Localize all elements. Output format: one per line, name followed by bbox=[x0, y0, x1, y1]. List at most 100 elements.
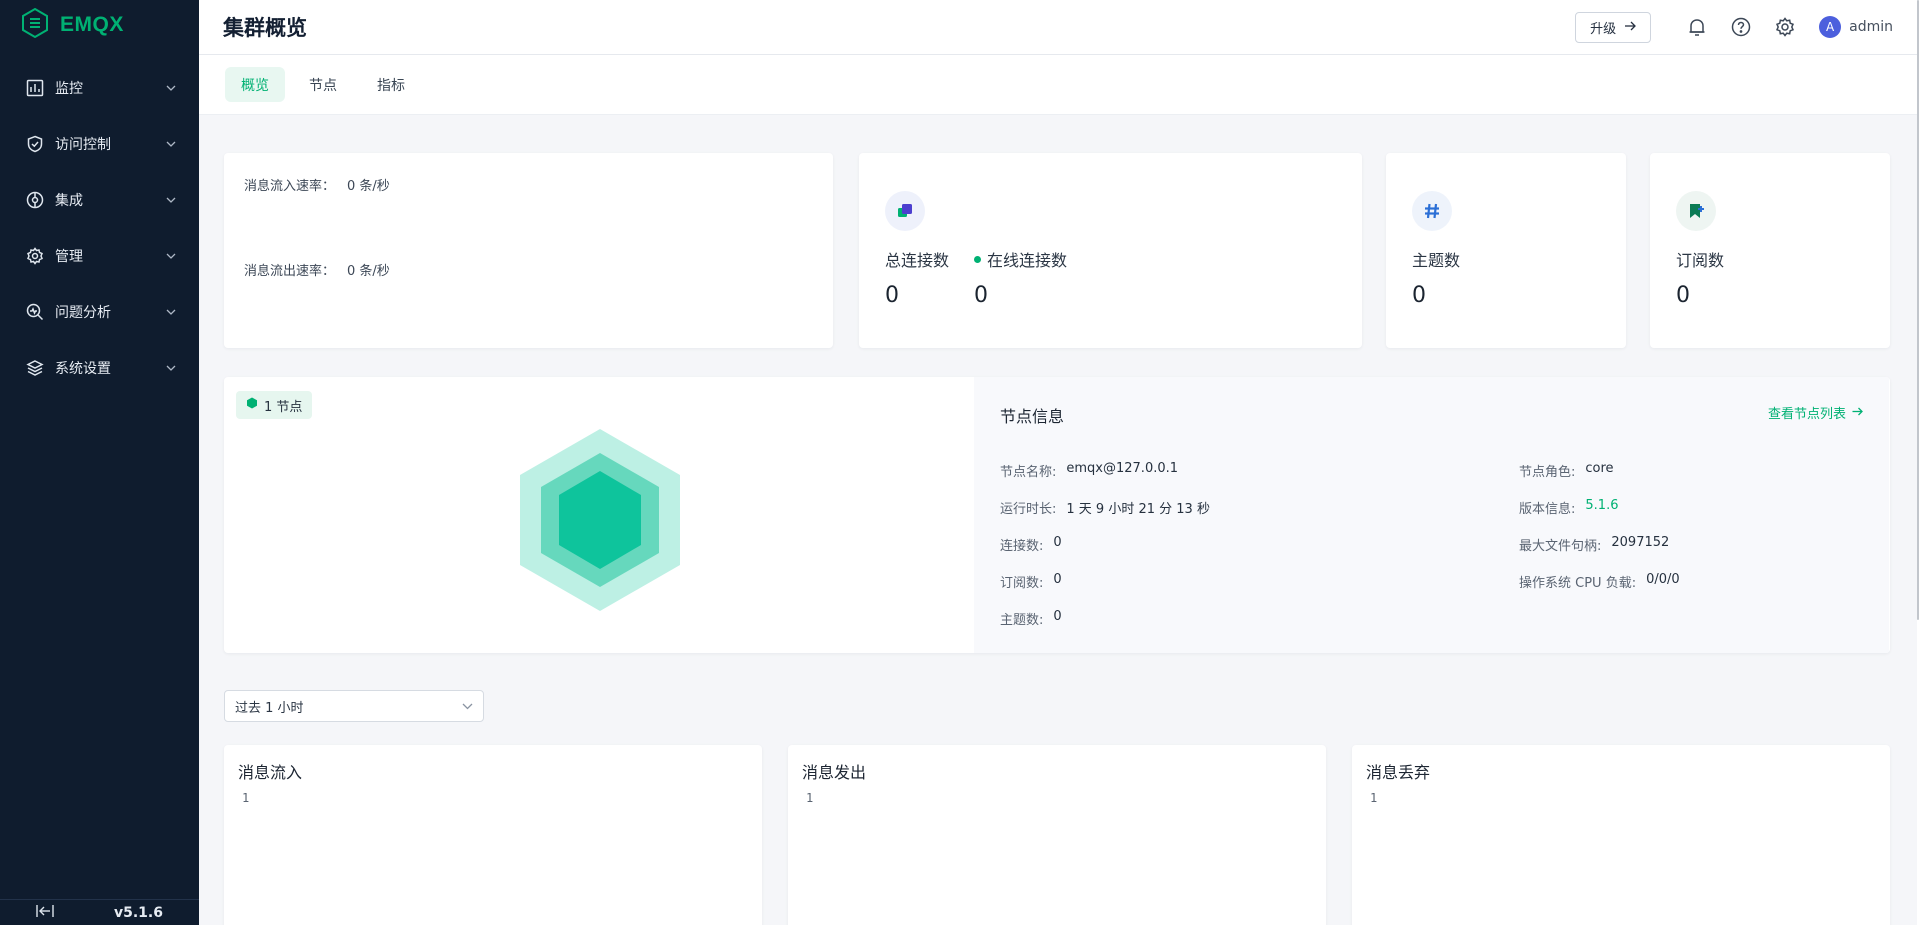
subscriptions-card: 订阅数 0 bbox=[1650, 153, 1890, 348]
chart-messages-out: 消息发出 1 bbox=[788, 745, 1326, 925]
online-dot-icon bbox=[974, 255, 981, 263]
brand-name: EMQX bbox=[60, 13, 124, 36]
rate-in-row: 消息流入速率： 0 条/秒 bbox=[244, 175, 390, 194]
topics-value: 0 bbox=[1412, 283, 1426, 308]
chevron-down-icon bbox=[165, 362, 177, 374]
logo[interactable]: EMQX bbox=[0, 0, 199, 50]
diagnose-search-icon bbox=[25, 302, 45, 322]
hash-icon bbox=[1412, 191, 1452, 231]
sidebar-item-access-control[interactable]: 访问控制 bbox=[0, 116, 199, 172]
node-connections-value: 0 bbox=[1053, 535, 1062, 550]
chart-messages-dropped: 消息丢弃 1 bbox=[1352, 745, 1890, 925]
collapse-sidebar-icon[interactable] bbox=[36, 904, 54, 922]
view-node-list-label: 查看节点列表 bbox=[1767, 407, 1846, 422]
arrow-right-icon bbox=[1624, 20, 1637, 35]
cpu-load-label: 操作系统 CPU 负载: bbox=[1519, 576, 1637, 591]
layers-icon bbox=[25, 358, 45, 378]
help-icon[interactable] bbox=[1730, 16, 1752, 38]
chevron-down-icon bbox=[165, 306, 177, 318]
chevron-down-icon bbox=[165, 138, 177, 150]
node-topics-row: 主题数: 0 bbox=[1000, 609, 1062, 628]
chart-messages-in: 消息流入 1 bbox=[224, 745, 762, 925]
time-range-select[interactable]: 过去 1 小时 bbox=[224, 690, 484, 722]
node-subscriptions-value: 0 bbox=[1053, 572, 1062, 587]
sidebar-item-label: 问题分析 bbox=[55, 305, 111, 321]
chevron-down-icon bbox=[165, 250, 177, 262]
topics-label: 主题数 bbox=[1412, 251, 1461, 270]
node-name-row: 节点名称: emqx@127.0.0.1 bbox=[1000, 461, 1178, 480]
node-card: 1 节点 节点信息 查看节点列表 节点名称: emqx@127.0.0.1 运行… bbox=[224, 377, 1890, 653]
version-row: 版本信息: 5.1.6 bbox=[1519, 498, 1618, 517]
total-connections-label: 总连接数 bbox=[885, 251, 950, 270]
cpu-load-row: 操作系统 CPU 负载: 0/0/0 bbox=[1519, 572, 1680, 591]
node-count-label: 1 节点 bbox=[264, 399, 303, 415]
max-fds-value: 2097152 bbox=[1611, 535, 1670, 550]
sidebar-item-integration[interactable]: 集成 bbox=[0, 172, 199, 228]
connections-icon bbox=[885, 191, 925, 231]
connections-card: 总连接数 0 在线连接数 0 bbox=[859, 153, 1362, 348]
chart-title: 消息丢弃 bbox=[1366, 763, 1431, 782]
node-info-panel: 节点信息 查看节点列表 节点名称: emqx@127.0.0.1 运行时长: 1… bbox=[974, 377, 1889, 653]
uptime-row: 运行时长: 1 天 9 小时 21 分 13 秒 bbox=[1000, 498, 1210, 517]
node-name-label: 节点名称: bbox=[1000, 465, 1057, 480]
chevron-down-icon bbox=[165, 82, 177, 94]
rate-out-label: 消息流出速率： bbox=[244, 264, 336, 279]
time-range-value: 过去 1 小时 bbox=[235, 700, 304, 716]
version-label: v5.1.6 bbox=[114, 904, 163, 921]
scrollbar-thumb[interactable] bbox=[1917, 0, 1919, 620]
sidebar-item-label: 监控 bbox=[55, 81, 83, 97]
tabs-bar: 概览 节点 指标 bbox=[199, 55, 1917, 115]
sidebar-item-label: 系统设置 bbox=[55, 361, 111, 377]
node-info-title: 节点信息 bbox=[1000, 407, 1065, 426]
sidebar-item-management[interactable]: 管理 bbox=[0, 228, 199, 284]
version-info-label: 版本信息: bbox=[1519, 502, 1576, 517]
rate-card: 消息流入速率： 0 条/秒 消息流出速率： 0 条/秒 bbox=[224, 153, 833, 348]
node-topology-graphic[interactable] bbox=[518, 427, 682, 617]
rate-in-label: 消息流入速率： bbox=[244, 179, 336, 194]
tab-metrics[interactable]: 指标 bbox=[361, 67, 421, 102]
chart-y-tick: 1 bbox=[242, 791, 250, 805]
tab-overview[interactable]: 概览 bbox=[225, 67, 285, 102]
rate-out-value: 0 条/秒 bbox=[347, 264, 390, 279]
node-role-label: 节点角色: bbox=[1519, 465, 1576, 480]
upgrade-button[interactable]: 升级 bbox=[1575, 11, 1652, 43]
sidebar-item-diagnose[interactable]: 问题分析 bbox=[0, 284, 199, 340]
view-node-list-link[interactable]: 查看节点列表 bbox=[1768, 403, 1863, 422]
page-title: 集群概览 bbox=[223, 16, 307, 40]
node-topics-label: 主题数: bbox=[1000, 613, 1044, 628]
sidebar-item-monitor[interactable]: 监控 bbox=[0, 60, 199, 116]
node-connections-row: 连接数: 0 bbox=[1000, 535, 1062, 554]
gear-icon bbox=[25, 246, 45, 266]
node-subscriptions-label: 订阅数: bbox=[1000, 576, 1044, 591]
uptime-value: 1 天 9 小时 21 分 13 秒 bbox=[1066, 502, 1210, 517]
sidebar: EMQX 监控 访问控制 集成 管理 问题分析 系统设置 v5.1.6 bbox=[0, 0, 199, 925]
cpu-load-value: 0/0/0 bbox=[1646, 572, 1680, 587]
user-menu[interactable]: A admin bbox=[1819, 16, 1893, 38]
bell-icon[interactable] bbox=[1686, 16, 1708, 38]
chart-icon bbox=[25, 78, 45, 98]
online-connections-label: 在线连接数 bbox=[987, 251, 1068, 270]
sidebar-footer: v5.1.6 bbox=[0, 899, 199, 925]
online-connections-value: 0 bbox=[974, 283, 988, 308]
sidebar-item-system-settings[interactable]: 系统设置 bbox=[0, 340, 199, 396]
node-name-value: emqx@127.0.0.1 bbox=[1066, 461, 1179, 476]
chart-y-tick: 1 bbox=[806, 791, 814, 805]
uptime-label: 运行时长: bbox=[1000, 502, 1057, 517]
settings-gear-icon[interactable] bbox=[1774, 16, 1796, 38]
node-hexagon-icon bbox=[246, 397, 258, 413]
sidebar-item-label: 管理 bbox=[55, 249, 83, 265]
chart-y-tick: 1 bbox=[1370, 791, 1378, 805]
node-role-row: 节点角色: core bbox=[1519, 461, 1614, 480]
rate-out-row: 消息流出速率： 0 条/秒 bbox=[244, 260, 390, 279]
subscriptions-value: 0 bbox=[1676, 283, 1690, 308]
version-info-value: 5.1.6 bbox=[1585, 498, 1619, 513]
tab-nodes[interactable]: 节点 bbox=[293, 67, 353, 102]
chart-title: 消息流入 bbox=[238, 763, 303, 782]
sidebar-item-label: 集成 bbox=[55, 193, 83, 209]
arrow-right-icon bbox=[1852, 405, 1863, 420]
node-subscriptions-row: 订阅数: 0 bbox=[1000, 572, 1062, 591]
subscribe-flag-icon bbox=[1676, 191, 1716, 231]
chevron-down-icon bbox=[462, 699, 473, 714]
online-connections-label-group: 在线连接数 bbox=[974, 247, 1067, 271]
avatar: A bbox=[1819, 16, 1842, 38]
